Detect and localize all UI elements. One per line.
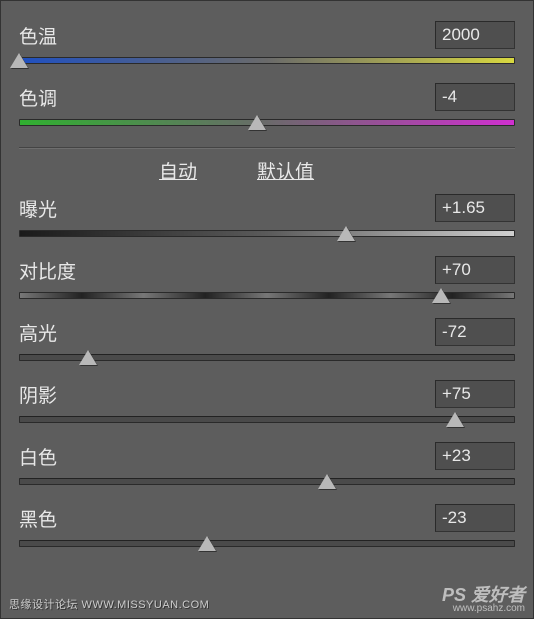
temperature-slider[interactable] bbox=[19, 51, 515, 73]
shadows-slider[interactable] bbox=[19, 410, 515, 432]
blacks-track bbox=[19, 540, 515, 547]
section-divider bbox=[19, 147, 515, 149]
whites-slider[interactable] bbox=[19, 472, 515, 494]
exposure-thumb[interactable] bbox=[337, 226, 355, 241]
default-link[interactable]: 默认值 bbox=[257, 157, 314, 184]
contrast-value[interactable]: +70 bbox=[435, 256, 515, 284]
contrast-thumb[interactable] bbox=[432, 288, 450, 303]
blacks-value[interactable]: -23 bbox=[435, 504, 515, 532]
shadows-thumb[interactable] bbox=[446, 412, 464, 427]
tint-label: 色调 bbox=[19, 84, 57, 111]
contrast-row: 对比度 +70 bbox=[19, 256, 515, 284]
temperature-value[interactable]: 2000 bbox=[435, 21, 515, 49]
tint-row: 色调 -4 bbox=[19, 83, 515, 111]
whites-value[interactable]: +23 bbox=[435, 442, 515, 470]
contrast-slider[interactable] bbox=[19, 286, 515, 308]
highlights-slider[interactable] bbox=[19, 348, 515, 370]
tint-value[interactable]: -4 bbox=[435, 83, 515, 111]
whites-thumb[interactable] bbox=[318, 474, 336, 489]
highlights-value[interactable]: -72 bbox=[435, 318, 515, 346]
exposure-slider[interactable] bbox=[19, 224, 515, 246]
blacks-thumb[interactable] bbox=[198, 536, 216, 551]
whites-row: 白色 +23 bbox=[19, 442, 515, 470]
exposure-track bbox=[19, 230, 515, 237]
tint-slider[interactable] bbox=[19, 113, 515, 135]
temperature-row: 色温 2000 bbox=[19, 21, 515, 49]
tint-track bbox=[19, 119, 515, 126]
contrast-label: 对比度 bbox=[19, 257, 76, 284]
watermark-right: PS 爱好者 www.psahz.com bbox=[442, 581, 525, 614]
blacks-label: 黑色 bbox=[19, 505, 57, 532]
whites-track bbox=[19, 478, 515, 485]
blacks-slider[interactable] bbox=[19, 534, 515, 556]
temperature-thumb[interactable] bbox=[10, 53, 28, 68]
shadows-label: 阴影 bbox=[19, 381, 57, 408]
watermark-left: 思缘设计论坛 WWW.MISSYUAN.COM bbox=[9, 596, 209, 612]
tint-thumb[interactable] bbox=[248, 115, 266, 130]
whites-label: 白色 bbox=[19, 443, 57, 470]
temperature-label: 色温 bbox=[19, 22, 57, 49]
preset-links: 自动 默认值 bbox=[19, 157, 515, 184]
shadows-track bbox=[19, 416, 515, 423]
highlights-row: 高光 -72 bbox=[19, 318, 515, 346]
watermark-right-sub: www.psahz.com bbox=[442, 603, 525, 614]
highlights-thumb[interactable] bbox=[79, 350, 97, 365]
blacks-row: 黑色 -23 bbox=[19, 504, 515, 532]
shadows-value[interactable]: +75 bbox=[435, 380, 515, 408]
highlights-label: 高光 bbox=[19, 319, 57, 346]
auto-link[interactable]: 自动 bbox=[159, 157, 197, 184]
temperature-track bbox=[19, 57, 515, 64]
exposure-value[interactable]: +1.65 bbox=[435, 194, 515, 222]
exposure-label: 曝光 bbox=[19, 195, 57, 222]
watermark-right-main: PS 爱好者 bbox=[442, 585, 525, 605]
exposure-row: 曝光 +1.65 bbox=[19, 194, 515, 222]
shadows-row: 阴影 +75 bbox=[19, 380, 515, 408]
